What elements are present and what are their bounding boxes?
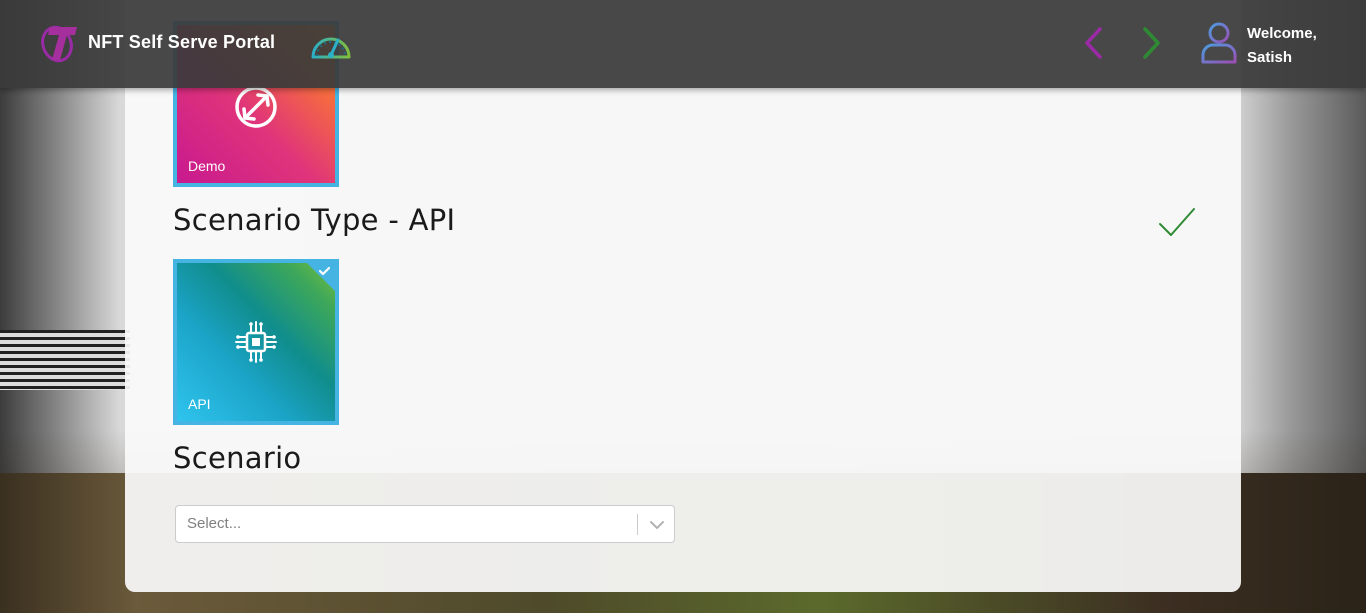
user-icon[interactable] <box>1199 21 1239 65</box>
scenario-select[interactable]: Select... <box>175 505 675 543</box>
select-separator <box>637 514 638 535</box>
scenario-title: Scenario <box>173 441 302 475</box>
welcome-text: Welcome, Satish <box>1247 22 1317 70</box>
checkmark-icon <box>1159 208 1195 236</box>
tile-api-label: API <box>188 396 211 412</box>
tile-demo-label: Demo <box>188 158 226 174</box>
welcome-greeting: Welcome, <box>1247 25 1317 42</box>
chevron-right-icon[interactable] <box>1139 26 1163 60</box>
telstra-logo <box>41 25 77 63</box>
selected-check-icon <box>307 263 335 291</box>
tile-api[interactable]: API <box>173 259 339 425</box>
app-title: NFT Self Serve Portal <box>88 32 276 52</box>
chevron-down-icon[interactable] <box>648 517 666 533</box>
top-header: NFT Self Serve Portal Welcome, Satish <box>0 0 1366 88</box>
chevron-left-icon[interactable] <box>1082 26 1106 60</box>
welcome-username: Satish <box>1247 49 1293 66</box>
demo-cycle-icon <box>235 86 277 128</box>
circuit-chip-icon <box>235 321 277 363</box>
scenario-select-placeholder: Select... <box>187 515 242 532</box>
speedometer-icon[interactable] <box>309 27 353 61</box>
scenario-type-title: Scenario Type - API <box>173 203 456 237</box>
background-detail <box>0 330 130 390</box>
